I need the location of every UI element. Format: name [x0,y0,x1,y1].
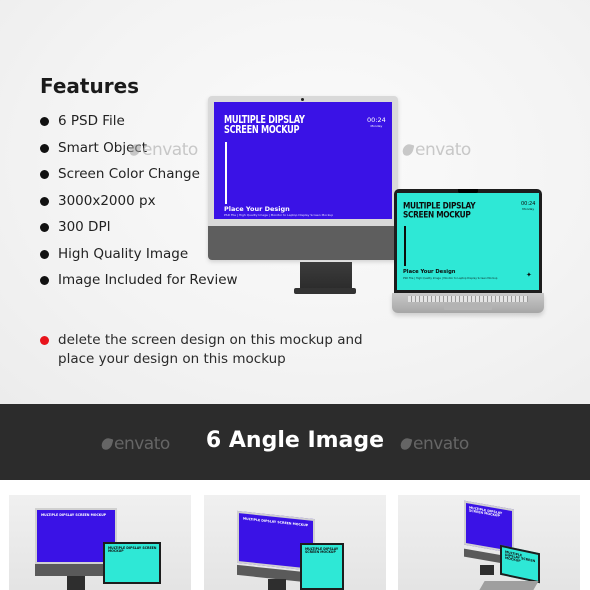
screen-title-line: Screen Mockup [224,123,300,136]
place-design-label: Place Your Design [224,205,290,213]
features-title: Features [40,74,140,98]
angle-thumbnails: Multiple Dipslay Screen Mockup Multiple … [0,480,590,590]
bullet-icon [40,249,49,259]
laptop-keyboard-base [392,293,544,313]
screen-title: Multiple Dipslay Screen Mockup [224,114,305,135]
banner-title: 6 Angle Image [205,428,385,453]
thumb-screen-title: Multiple Dipslay Screen Mockup [505,549,536,564]
red-bullet-icon [40,336,49,345]
thumb-monitor-stand [67,576,85,590]
watermark-text: envato [413,434,469,454]
clock-day: Monday [522,207,535,211]
thumb-laptop-screen: Multiple Dipslay Screen Mockup [300,543,344,590]
instruction-text: delete the screen design on this mockup … [58,332,363,367]
monitor-screen: Multiple Dipslay Screen Mockup 00:24 Mon… [214,102,392,219]
bullet-icon [40,223,49,232]
thumb-laptop-screen: Multiple Dipslay Screen Mockup [500,544,540,584]
thumb-screen-title: Multiple Dipslay Screen Mockup [305,547,339,555]
instruction-note: delete the screen design on this mockup … [40,331,370,369]
watermark-text: envato [415,140,471,160]
feature-label: 300 DPI [58,219,111,235]
thumbnail-angle-3[interactable]: Multiple Dipslay Screen Mockup Multiple … [398,495,580,590]
bullet-icon [40,143,49,153]
thumb-monitor-stand [268,579,286,590]
screen-clock: 00:24 Monday [521,202,535,211]
clock-day: Monday [370,123,383,128]
keyboard [408,296,528,302]
features-section: Features 6 PSD File Smart Object Screen … [0,0,590,404]
camera-dot [301,98,304,101]
monitor-foot [294,288,356,294]
laptop-screen: Multiple Dipslay Screen Mockup 00:24 Mon… [397,193,539,290]
clock-time: 00:24 [367,116,386,124]
feature-label: 3000x2000 px [58,192,156,209]
envato-leaf-icon [401,142,415,158]
envato-watermark: envato [399,434,469,454]
angle-banner: envato 6 Angle Image envato [0,404,590,480]
place-design-label: Place Your Design [403,269,456,275]
bullet-icon [40,196,49,206]
thumbnail-angle-1[interactable]: Multiple Dipslay Screen Mockup Multiple … [9,495,191,590]
thumb-screen-title: Multiple Dipslay Screen Mockup [243,516,309,528]
envato-watermark: envato [401,140,471,160]
feature-label: 6 PSD File [58,113,125,129]
bullet-icon [40,117,49,126]
thumbnail-angle-2[interactable]: Multiple Dipslay Screen Mockup Multiple … [204,495,386,590]
screen-clock: 00:24 Monday [367,117,386,128]
brand-logo-icon: ✦ [526,272,532,279]
monitor-mockup: Multiple Dipslay Screen Mockup 00:24 Mon… [208,96,398,260]
watermark-text: envato [142,140,198,160]
screen-title: Multiple Dipslay Screen Mockup [403,200,476,221]
thumb-screen-title: Multiple Dipslay Screen Mockup [41,513,107,517]
envato-leaf-icon [399,436,413,452]
bullet-icon [40,276,49,285]
screen-subtitle: PSD File | High Quality Image | Monitor … [224,213,334,217]
envato-leaf-icon [128,142,142,158]
feature-label: Screen Color Change [58,166,200,182]
screen-subtitle: PSD File | High Quality Image | Monitor … [403,277,498,280]
feature-label: Image Included for Review [58,272,238,288]
thumb-monitor-stand [480,565,494,575]
feature-item: Image Included for Review [40,270,238,297]
envato-watermark: envato [128,140,198,160]
thumb-screen-title: Multiple Dipslay Screen Mockup [469,505,503,519]
laptop-mockup: Multiple Dipslay Screen Mockup 00:24 Mon… [394,189,542,293]
bullet-icon [40,170,49,179]
screen-divider [404,226,406,266]
thumb-screen-title: Multiple Dipslay Screen Mockup [108,546,157,554]
feature-label: High Quality Image [58,245,189,262]
trackpad [444,303,492,310]
thumb-laptop-base [479,581,539,590]
monitor-chin [208,226,398,260]
screen-divider [225,142,227,204]
thumb-laptop-screen: Multiple Dipslay Screen Mockup [103,542,161,584]
screen-title-line: Screen Mockup [403,209,471,221]
